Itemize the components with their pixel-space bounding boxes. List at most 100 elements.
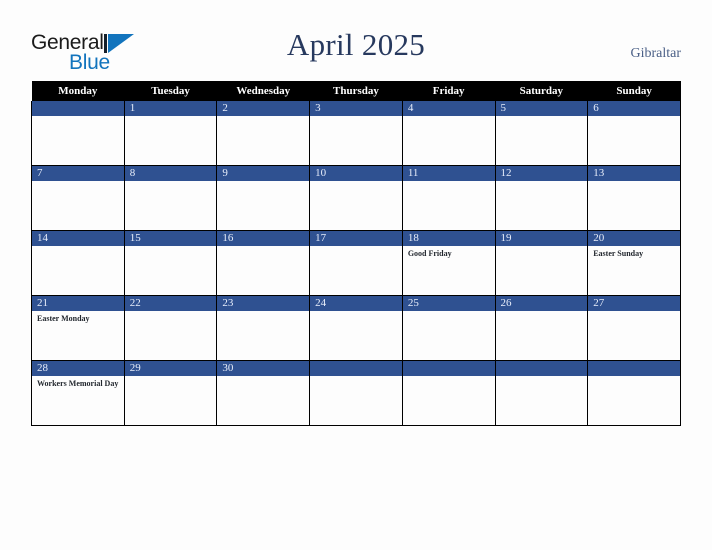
day-events — [496, 246, 588, 295]
day-number: 22 — [124, 296, 217, 311]
calendar-day-cell-8[interactable]: 8 — [123, 165, 218, 231]
holiday-label: Easter Monday — [37, 314, 90, 323]
weekday-header-row: Monday Tuesday Wednesday Thursday Friday Satu… — [31, 81, 681, 101]
weekday-header-tuesday: Tuesday — [124, 81, 217, 101]
calendar-day-cell-3[interactable]: 3 — [309, 101, 403, 166]
calendar-day-cell-23[interactable]: 23 — [216, 295, 311, 361]
day-events — [496, 376, 588, 425]
page-title: April 2025 — [286, 27, 426, 62]
weekday-header-saturday: Saturday — [495, 81, 588, 101]
day-events — [310, 376, 402, 425]
calendar-day-cell-25[interactable]: 25 — [401, 295, 496, 361]
calendar-day-cell-21[interactable]: 21 Easter Monday — [31, 295, 125, 361]
calendar-day-cell-empty[interactable] — [309, 360, 403, 426]
day-number: 24 — [310, 296, 402, 311]
weekday-header-sunday: Sunday — [587, 81, 681, 101]
day-number: 5 — [495, 101, 588, 116]
day-number — [32, 101, 124, 116]
day-events: Workers Memorial Day — [32, 376, 124, 425]
day-number: 14 — [32, 231, 124, 246]
day-number: 27 — [588, 296, 680, 311]
day-events — [588, 181, 680, 230]
calendar-week-row: 7 8 9 10 11 12 13 — [31, 165, 681, 231]
calendar-day-cell-2[interactable]: 2 — [216, 101, 311, 166]
calendar-day-cell-28[interactable]: 28 Workers Memorial Day — [31, 360, 125, 426]
calendar-day-cell-29[interactable]: 29 — [123, 360, 218, 426]
day-events: Easter Sunday — [588, 246, 680, 295]
day-events — [310, 181, 402, 230]
day-events — [310, 311, 402, 360]
holiday-label: Workers Memorial Day — [37, 379, 119, 388]
calendar-day-cell-16[interactable]: 16 — [216, 230, 311, 296]
day-events: Easter Monday — [32, 311, 124, 360]
day-events — [32, 246, 124, 295]
calendar-day-cell-empty[interactable] — [401, 360, 496, 426]
day-number: 9 — [217, 166, 310, 181]
calendar-day-cell-27[interactable]: 27 — [587, 295, 681, 361]
day-number: 29 — [124, 361, 217, 376]
day-events — [125, 246, 217, 295]
day-events — [496, 181, 588, 230]
weekday-header-wednesday: Wednesday — [216, 81, 310, 101]
calendar-day-cell-17[interactable]: 17 — [309, 230, 403, 296]
calendar-day-cell-4[interactable]: 4 — [401, 101, 496, 166]
day-number: 6 — [588, 101, 680, 116]
calendar-day-cell-empty[interactable] — [587, 360, 681, 426]
calendar-day-cell-22[interactable]: 22 — [123, 295, 218, 361]
day-number — [495, 361, 588, 376]
calendar-day-cell-6[interactable]: 6 — [587, 101, 681, 166]
calendar-day-cell-empty[interactable] — [31, 101, 125, 166]
day-number: 3 — [310, 101, 402, 116]
day-number: 18 — [402, 231, 495, 246]
calendar-day-cell-11[interactable]: 11 — [401, 165, 496, 231]
day-events — [125, 181, 217, 230]
calendar-day-cell-9[interactable]: 9 — [216, 165, 311, 231]
calendar-week-row: 123456 — [31, 101, 681, 166]
day-number: 13 — [588, 166, 680, 181]
day-events — [217, 246, 309, 295]
calendar-day-cell-7[interactable]: 7 — [31, 165, 125, 231]
calendar-header-row: Monday Tuesday Wednesday Thursday Friday Satu… — [31, 81, 681, 101]
calendar-day-cell-empty[interactable] — [494, 360, 589, 426]
calendar-day-cell-15[interactable]: 15 — [123, 230, 218, 296]
calendar-day-cell-30[interactable]: 30 — [216, 360, 311, 426]
day-events — [125, 376, 217, 425]
day-number — [310, 361, 402, 376]
day-events — [217, 376, 309, 425]
day-events — [217, 181, 309, 230]
day-number: 19 — [495, 231, 588, 246]
day-number: 20 — [588, 231, 680, 246]
day-events — [496, 116, 588, 165]
calendar-body: 1 2 3 4 5 6 7 8 9 10 11 12 13 14 15 16 17 18 Good Friday 19… — [31, 101, 681, 426]
day-number: 21 — [32, 296, 124, 311]
calendar-day-cell-5[interactable]: 5 — [494, 101, 589, 166]
day-number: 10 — [310, 166, 402, 181]
calendar-day-cell-24[interactable]: 24 — [309, 295, 403, 361]
holiday-label: Easter Sunday — [593, 249, 644, 258]
calendar-day-cell-18[interactable]: 18 Good Friday — [401, 230, 496, 296]
day-events — [496, 311, 588, 360]
day-number: 4 — [402, 101, 495, 116]
day-number: 17 — [310, 231, 402, 246]
day-number: 1 — [124, 101, 217, 116]
calendar-day-cell-13[interactable]: 13 — [587, 165, 681, 231]
day-events — [588, 311, 680, 360]
day-events — [403, 311, 495, 360]
holiday-label: Good Friday — [407, 249, 452, 258]
day-number: 12 — [495, 166, 588, 181]
day-number: 23 — [217, 296, 310, 311]
day-events — [125, 116, 217, 165]
day-events — [32, 181, 124, 230]
calendar-day-cell-1[interactable]: 1 — [123, 101, 218, 166]
calendar-day-cell-10[interactable]: 10 — [309, 165, 403, 231]
day-number: 7 — [32, 166, 124, 181]
calendar-day-cell-14[interactable]: 14 — [31, 230, 125, 296]
calendar-week-row: 28 Workers Memorial Day 29 30 — [31, 360, 681, 426]
calendar-day-cell-20[interactable]: 20 Easter Sunday — [587, 230, 681, 296]
calendar-day-cell-26[interactable]: 26 — [494, 295, 589, 361]
day-events — [32, 116, 124, 165]
calendar-day-cell-12[interactable]: 12 — [494, 165, 589, 231]
day-number: 26 — [495, 296, 588, 311]
calendar-day-cell-19[interactable]: 19 — [494, 230, 589, 296]
day-number: 15 — [124, 231, 217, 246]
